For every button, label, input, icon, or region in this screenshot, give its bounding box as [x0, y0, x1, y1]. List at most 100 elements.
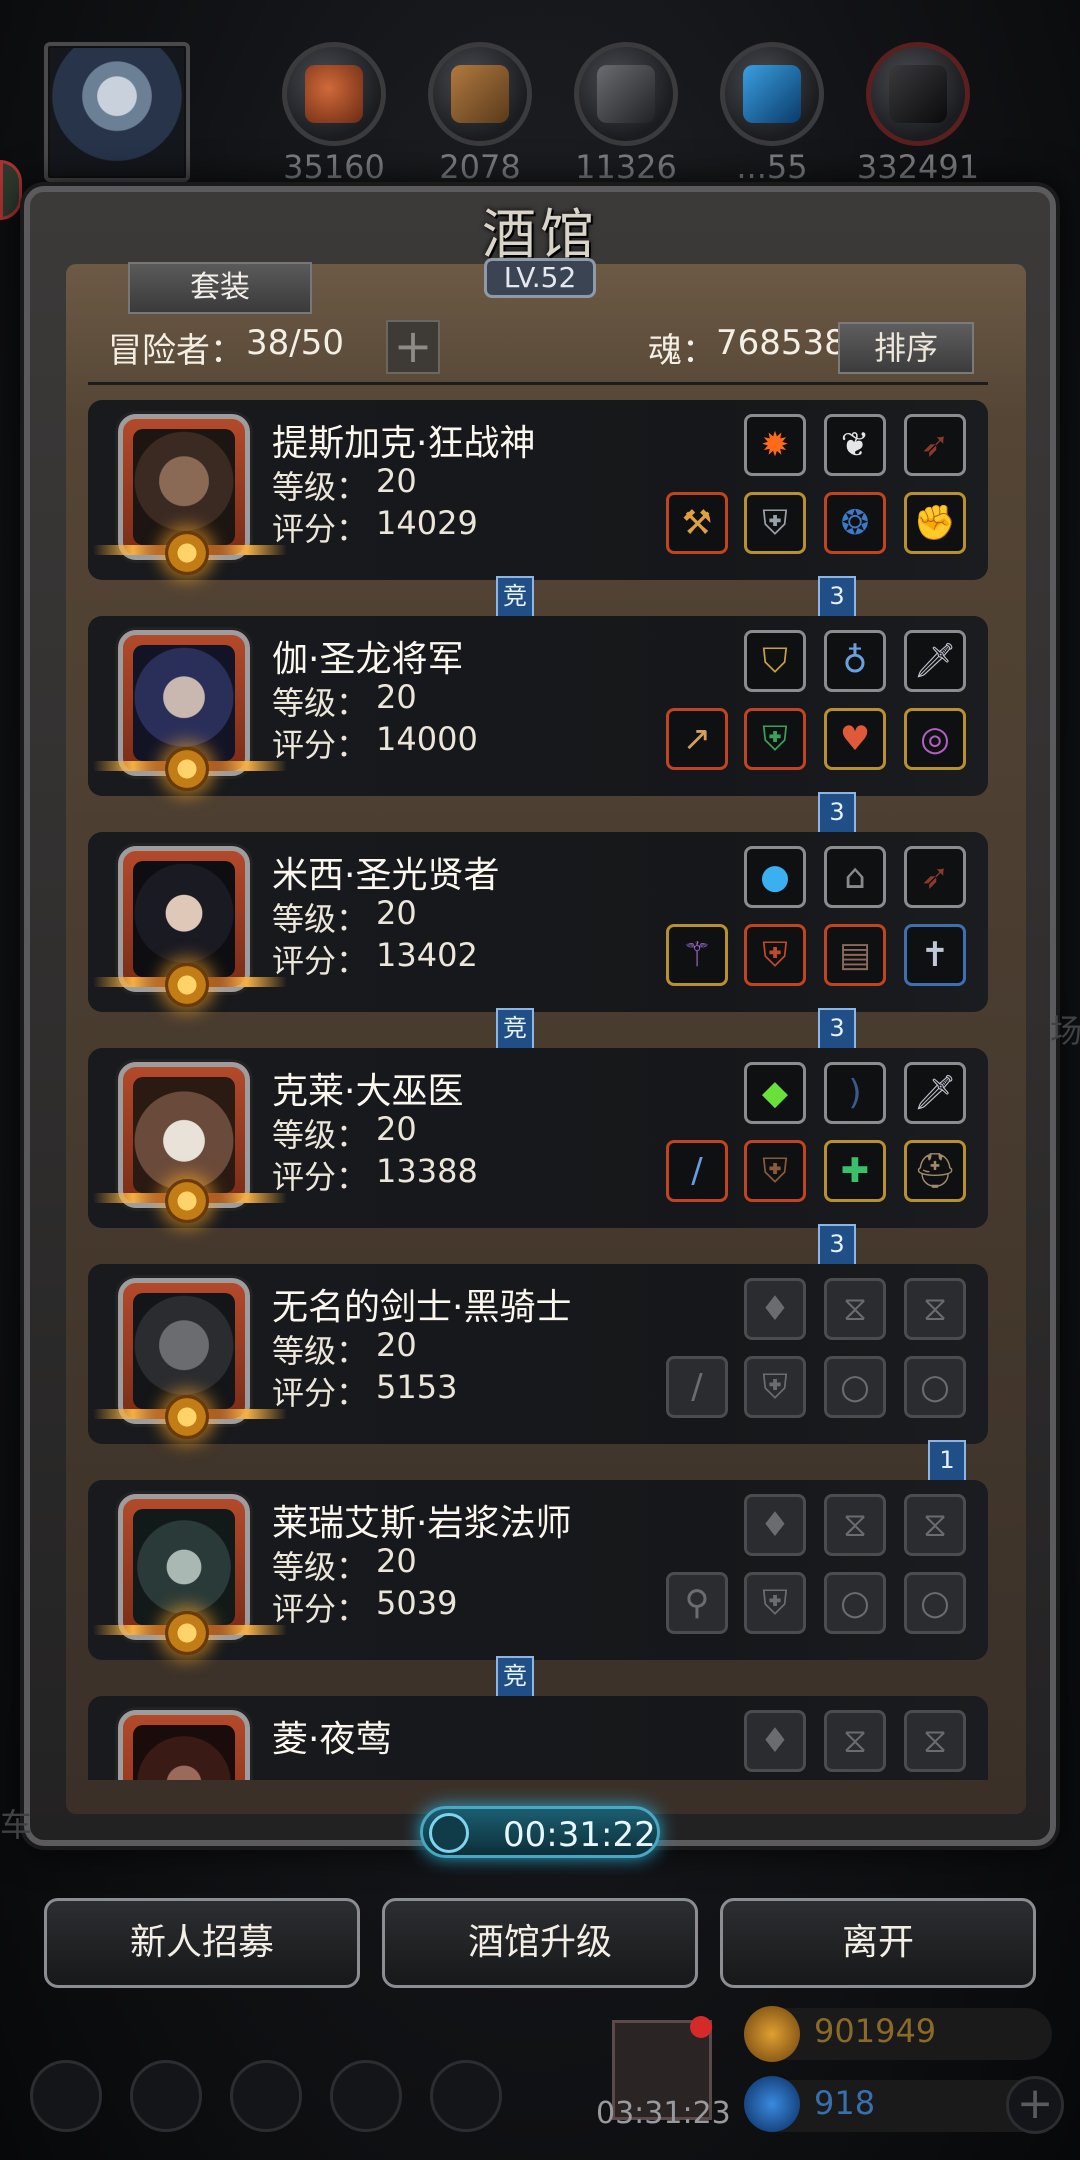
dagger-icon[interactable]: 🗡: [904, 1062, 966, 1124]
resource-crystal[interactable]: [720, 42, 824, 146]
iron-icon: [597, 65, 655, 123]
helmet-icon[interactable]: ⛑: [904, 1140, 966, 1202]
resource-meat[interactable]: [282, 42, 386, 146]
feather-icon[interactable]: ➶: [904, 846, 966, 908]
hero-card[interactable]: 伽·圣龙将军 等级： 20 评分： 14000 ⛉ ♁ 🗡 ↗ ⛨ ♥ ◎: [88, 616, 988, 796]
cloak-icon[interactable]: ⛨: [744, 1140, 806, 1202]
empty-armor-slot-icon[interactable]: ⛨: [744, 1572, 806, 1634]
leave-button[interactable]: 离开: [720, 1898, 1036, 1988]
amulet-icon[interactable]: ❂: [824, 492, 886, 554]
level-value: 20: [376, 462, 417, 500]
timer-text: 00:31:22: [503, 1815, 656, 1855]
score-label: 评分：: [272, 1374, 369, 1412]
empty-hourglass-slot-icon[interactable]: ⧖: [824, 1494, 886, 1556]
level-label: 等级：: [272, 684, 369, 722]
empty-hourglass-slot-icon[interactable]: ⧖: [904, 1494, 966, 1556]
wand-icon[interactable]: /: [666, 1140, 728, 1202]
add-adventurer-button[interactable]: +: [386, 320, 440, 374]
dagger-icon[interactable]: 🗡: [904, 630, 966, 692]
score-value: 14029: [376, 504, 478, 542]
empty-hourglass-slot-icon[interactable]: ⧖: [824, 1710, 886, 1772]
shield-emblem-icon[interactable]: ⛉: [744, 630, 806, 692]
empty-hourglass-slot-icon[interactable]: ⧖: [904, 1278, 966, 1340]
gem-icon[interactable]: ◆: [744, 1062, 806, 1124]
spear-icon[interactable]: ↗: [666, 708, 728, 770]
hero-card[interactable]: 提斯加克·狂战神 等级： 20 评分： 14029 ✹ ❦ ➶ ⚒ ⛨ ❂ ✊: [88, 400, 988, 580]
meat-icon: [305, 65, 363, 123]
score-label: 评分：: [272, 726, 369, 764]
hero-card[interactable]: 克莱·大巫医 等级： 20 评分： 13388 ◆ ) 🗡 / ⛨ ✚ ⛑: [88, 1048, 988, 1228]
level-value: 20: [376, 1110, 417, 1148]
hero-portrait: [93, 846, 287, 1007]
recruit-button[interactable]: 新人招募: [44, 1898, 360, 1988]
empty-hourglass-slot-icon[interactable]: ⧖: [904, 1710, 966, 1772]
robe-icon[interactable]: ⛨: [744, 924, 806, 986]
hero-list[interactable]: 提斯加克·狂战神 等级： 20 评分： 14029 ✹ ❦ ➶ ⚒ ⛨ ❂ ✊ …: [88, 400, 988, 1780]
sort-button[interactable]: 排序: [838, 322, 974, 374]
cross-icon[interactable]: ✝: [904, 924, 966, 986]
empty-ring-slot-icon[interactable]: ○: [904, 1572, 966, 1634]
set-tab-button[interactable]: 套装: [128, 262, 312, 314]
emerald-icon[interactable]: ✚: [824, 1140, 886, 1202]
clock-icon: [429, 1813, 469, 1853]
empty-rune-slot-icon[interactable]: ♦: [744, 1278, 806, 1340]
level-label: 等级：: [272, 1332, 369, 1370]
empty-rune-slot-icon[interactable]: ♦: [744, 1710, 806, 1772]
edge-label-left: 车: [0, 1806, 33, 1844]
staff-icon[interactable]: ⚚: [666, 924, 728, 986]
mail-icon[interactable]: [330, 2060, 402, 2132]
empty-staff-slot-icon[interactable]: ⚲: [666, 1572, 728, 1634]
ring-icon[interactable]: ◎: [904, 708, 966, 770]
feather-icon[interactable]: ➶: [904, 414, 966, 476]
score-label: 评分：: [272, 1158, 369, 1196]
score-value: 5039: [376, 1584, 458, 1622]
bow-icon[interactable]: ): [824, 1062, 886, 1124]
adventurer-label: 冒险者：: [108, 331, 244, 371]
hero-portrait: [93, 630, 287, 791]
gift-timer: 03:31:23: [596, 2096, 731, 2131]
orb-icon[interactable]: ●: [744, 846, 806, 908]
heart-amulet-icon[interactable]: ♥: [824, 708, 886, 770]
player-avatar[interactable]: [44, 42, 190, 182]
gauntlet-icon[interactable]: ✊: [904, 492, 966, 554]
adventurer-count: 38/50: [246, 323, 344, 363]
empty-weapon-slot-icon[interactable]: /: [666, 1356, 728, 1418]
wing-icon[interactable]: ❦: [824, 414, 886, 476]
fire-rune-icon[interactable]: ✹: [744, 414, 806, 476]
hero-card[interactable]: 无名的剑士·黑骑士 等级： 20 评分： 5153 ♦ ⧖ ⧖ / ⛨ ○ ○: [88, 1264, 988, 1444]
armor-icon[interactable]: ⛨: [744, 492, 806, 554]
empty-ring-slot-icon[interactable]: ○: [904, 1356, 966, 1418]
hero-portrait: [93, 1494, 287, 1655]
hero-name: 米西·圣光贤者: [272, 855, 500, 896]
settings-icon[interactable]: [30, 2060, 102, 2132]
resource-wood[interactable]: [428, 42, 532, 146]
score-value: 13388: [376, 1152, 478, 1190]
resource-iron-value: 11326: [575, 148, 677, 186]
bracer-icon[interactable]: ⌂: [824, 846, 886, 908]
achievement-icon[interactable]: [130, 2060, 202, 2132]
empty-ring-slot-icon[interactable]: ○: [824, 1572, 886, 1634]
necklace-icon[interactable]: ♁: [824, 630, 886, 692]
empty-ring-slot-icon[interactable]: ○: [824, 1356, 886, 1418]
resource-ore[interactable]: [866, 42, 970, 146]
tome-icon[interactable]: ▤: [824, 924, 886, 986]
hero-portrait: [93, 1062, 287, 1223]
empty-rune-slot-icon[interactable]: ♦: [744, 1494, 806, 1556]
gold-value: 901949: [814, 2012, 937, 2050]
tavern-upgrade-button[interactable]: 酒馆升级: [382, 1898, 698, 1988]
guild-icon[interactable]: [230, 2060, 302, 2132]
axe-icon[interactable]: ⚒: [666, 492, 728, 554]
add-currency-button[interactable]: +: [1006, 2076, 1064, 2134]
handshake-icon[interactable]: [430, 2060, 502, 2132]
wood-icon: [451, 65, 509, 123]
hero-card[interactable]: 菱·夜莺 ♦ ⧖ ⧖: [88, 1696, 988, 1780]
panel-title: 酒馆: [482, 203, 598, 266]
empty-armor-slot-icon[interactable]: ⛨: [744, 1356, 806, 1418]
gem-value: 918: [814, 2084, 876, 2122]
hero-portrait: [93, 1278, 287, 1439]
resource-iron[interactable]: [574, 42, 678, 146]
hero-card[interactable]: 米西·圣光贤者 等级： 20 评分： 13402 ● ⌂ ➶ ⚚ ⛨ ▤ ✝: [88, 832, 988, 1012]
chest-armor-icon[interactable]: ⛨: [744, 708, 806, 770]
hero-card[interactable]: 莱瑞艾斯·岩浆法师 等级： 20 评分： 5039 ♦ ⧖ ⧖ ⚲ ⛨ ○ ○: [88, 1480, 988, 1660]
empty-hourglass-slot-icon[interactable]: ⧖: [824, 1278, 886, 1340]
